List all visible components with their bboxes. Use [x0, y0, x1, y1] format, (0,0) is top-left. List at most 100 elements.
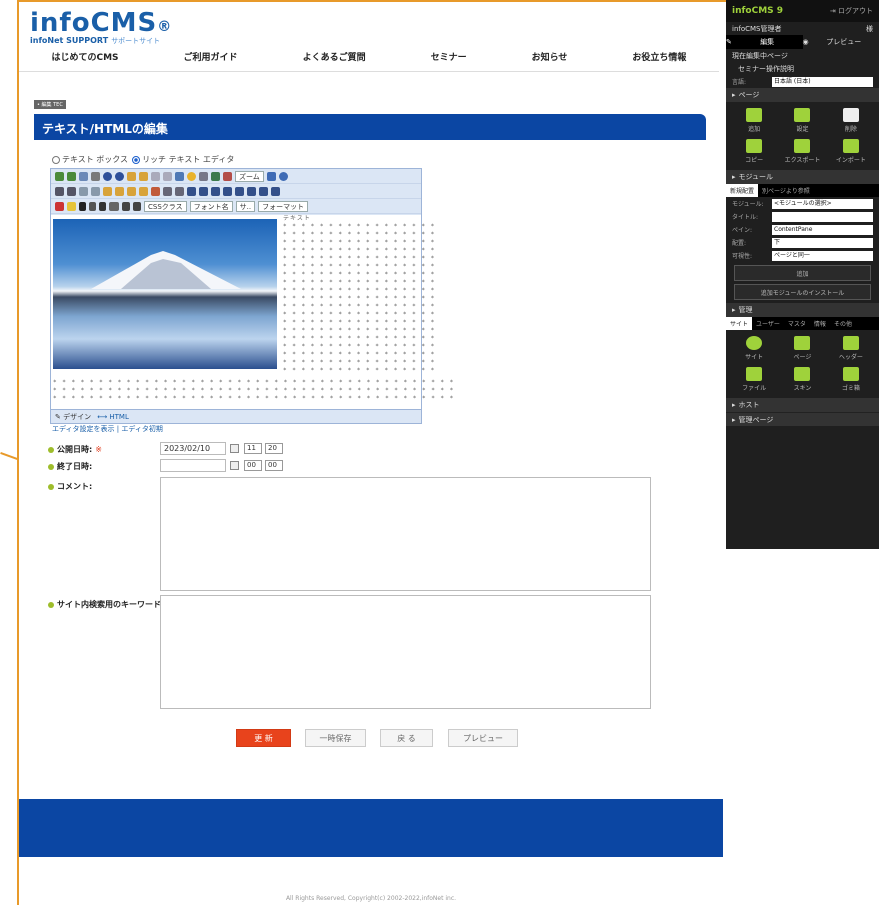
visibility-select[interactable]: ページと同一: [772, 250, 873, 261]
redo-icon[interactable]: [103, 171, 112, 181]
section-admin[interactable]: ▸ 管理: [726, 303, 879, 317]
image-icon[interactable]: [127, 171, 136, 181]
bullet-list-icon[interactable]: [271, 186, 280, 196]
save-draft-button[interactable]: 一時保存: [305, 729, 366, 747]
end-hour-select[interactable]: 00: [244, 460, 262, 471]
spell-icon[interactable]: [223, 171, 232, 181]
calendar-icon[interactable]: [230, 461, 239, 470]
ordered-list-icon[interactable]: [259, 186, 268, 196]
font-name-dropdown[interactable]: フォント名: [189, 200, 233, 212]
print-icon[interactable]: [163, 186, 172, 196]
calendar-icon[interactable]: [230, 444, 239, 453]
nav-item[interactable]: お役立ち情報: [632, 50, 686, 71]
tab-users[interactable]: ユーザー: [752, 317, 784, 330]
nav-item[interactable]: お知らせ: [532, 50, 568, 71]
tab-master[interactable]: マスタ: [784, 317, 810, 330]
back-button[interactable]: 戻 る: [380, 729, 433, 747]
align-left-icon[interactable]: [187, 186, 196, 196]
media-icon[interactable]: [139, 171, 148, 181]
mountain-lake-image[interactable]: [53, 219, 277, 369]
start-date-input[interactable]: 2023/02/10: [160, 442, 226, 455]
paste-html-icon[interactable]: [139, 186, 148, 196]
page-settings-tool[interactable]: 設定: [778, 108, 826, 133]
align-center-icon[interactable]: [199, 186, 208, 196]
paste-word-icon[interactable]: [127, 186, 136, 196]
help-icon[interactable]: [278, 171, 288, 181]
find-replace-icon[interactable]: [175, 186, 184, 196]
section-admin-page[interactable]: ▸ 管理ページ: [726, 412, 879, 426]
tab-other[interactable]: その他: [830, 317, 856, 330]
site-logo[interactable]: infoCMS®: [30, 8, 172, 38]
tab-new-module[interactable]: 新規配置: [726, 184, 759, 197]
link-icon[interactable]: [151, 171, 160, 181]
redo-arrow-icon[interactable]: [67, 186, 76, 196]
clear-format-icon[interactable]: [151, 186, 160, 196]
nav-item[interactable]: よくあるご質問: [303, 50, 366, 71]
install-module-button[interactable]: 追加モジュールのインストール: [734, 284, 871, 300]
undo-arrow-icon[interactable]: [55, 186, 64, 196]
page-add-tool[interactable]: 追加: [730, 108, 778, 133]
justify-icon[interactable]: [223, 186, 232, 196]
add-module-button[interactable]: 追加: [734, 265, 871, 281]
undo-icon[interactable]: [115, 171, 124, 181]
font-size-dropdown[interactable]: サ..: [235, 200, 256, 212]
highlight-icon[interactable]: [67, 201, 76, 211]
bold-icon[interactable]: [79, 201, 86, 211]
page-import-tool[interactable]: インポート: [827, 139, 875, 164]
css-class-dropdown[interactable]: CSSクラス: [144, 200, 187, 212]
preview-button[interactable]: プレビュー: [448, 729, 518, 747]
start-hour-select[interactable]: 11: [244, 443, 262, 454]
zoom-dropdown[interactable]: ズーム: [235, 170, 264, 182]
end-date-input[interactable]: [160, 459, 226, 472]
outdent-icon[interactable]: [247, 186, 256, 196]
section-module[interactable]: ▸ モジュール: [726, 170, 879, 184]
nav-item[interactable]: ご利用ガイド: [184, 50, 238, 71]
subscript-icon[interactable]: [133, 201, 141, 211]
title-input[interactable]: [772, 211, 873, 222]
admin-header-tool[interactable]: ヘッダー: [827, 336, 875, 361]
fullscreen-icon[interactable]: [266, 171, 276, 181]
logout-link[interactable]: ⇥ ログアウト: [830, 6, 873, 16]
spellcheck-icon[interactable]: [79, 171, 88, 181]
align-icon[interactable]: [175, 171, 184, 181]
update-button[interactable]: 更 新: [236, 729, 291, 747]
align-right-icon[interactable]: [211, 186, 220, 196]
language-select[interactable]: 日本語 (日本): [772, 76, 873, 87]
admin-file-tool[interactable]: ファイル: [730, 367, 778, 392]
section-host[interactable]: ▸ ホスト: [726, 398, 879, 412]
show-settings-link[interactable]: エディタ設定を表示: [52, 425, 115, 433]
font-color-icon[interactable]: [55, 201, 64, 211]
indent-icon[interactable]: [235, 186, 244, 196]
snippet-icon[interactable]: [211, 171, 220, 181]
find-icon[interactable]: [55, 171, 64, 181]
editor-content-area[interactable]: テキスト * * * * * * * * * * * * * * * * * *…: [51, 215, 453, 409]
radio-textbox[interactable]: [52, 155, 60, 164]
admin-trash-tool[interactable]: ゴミ箱: [827, 367, 875, 392]
cut-icon[interactable]: [79, 186, 88, 196]
format-dropdown[interactable]: フォーマット: [258, 200, 309, 212]
tab-site[interactable]: サイト: [726, 317, 753, 330]
mode-edit-button[interactable]: ✎ 編集: [726, 35, 803, 49]
position-select[interactable]: 下: [772, 237, 873, 248]
page-delete-tool[interactable]: 削除: [827, 108, 875, 133]
anchor-icon[interactable]: [163, 171, 172, 181]
paste-text-icon[interactable]: [115, 186, 124, 196]
paste-icon[interactable]: [103, 186, 112, 196]
start-minute-select[interactable]: 20: [265, 443, 283, 454]
strikethrough-icon[interactable]: [109, 201, 119, 211]
admin-skin-tool[interactable]: スキン: [778, 367, 826, 392]
section-page[interactable]: ▸ ページ: [726, 88, 879, 102]
replace-icon[interactable]: [67, 171, 76, 181]
copy-icon[interactable]: [91, 186, 100, 196]
emoji-icon[interactable]: [187, 171, 196, 181]
symbol-icon[interactable]: [199, 171, 208, 181]
tab-html[interactable]: ⟷ HTML: [97, 413, 129, 421]
table-icon[interactable]: [91, 171, 100, 181]
comment-textarea[interactable]: [160, 477, 651, 591]
keyword-textarea[interactable]: [160, 595, 651, 709]
tab-info[interactable]: 情報: [810, 317, 830, 330]
module-select[interactable]: <モジュールの選択>: [772, 198, 873, 209]
end-minute-select[interactable]: 00: [265, 460, 283, 471]
mode-preview-button[interactable]: ◉ プレビュー: [803, 35, 879, 49]
page-export-tool[interactable]: エクスポート: [778, 139, 826, 164]
